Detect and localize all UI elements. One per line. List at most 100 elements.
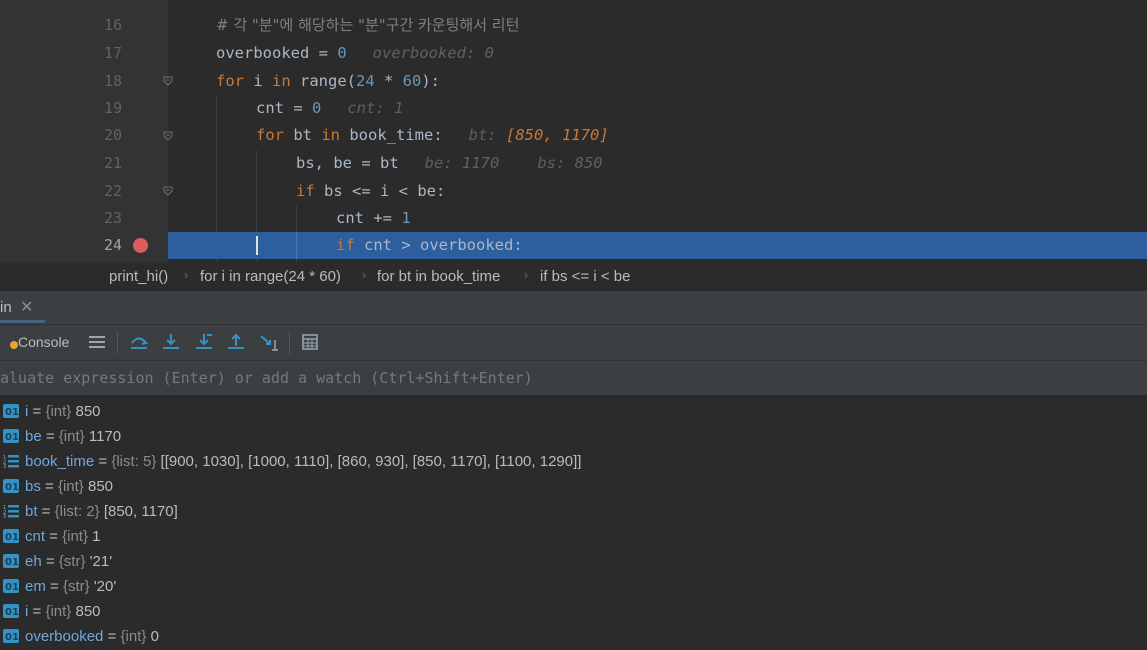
int-variable-icon: 01: [3, 404, 19, 418]
step-into-icon[interactable]: [161, 332, 181, 352]
number-literal: 60: [402, 72, 422, 90]
close-icon[interactable]: ✕: [20, 297, 33, 317]
inline-debug-hint: overbooked: 0: [372, 44, 494, 62]
variable-text: cnt = {int} 1: [25, 528, 101, 545]
code-line-24: if cnt > overbooked:: [336, 232, 523, 259]
variables-panel: 01 i = {int} 850 01 be = {int} 1170 123 …: [0, 396, 1147, 647]
breadcrumb-item[interactable]: print_hi(): [109, 268, 168, 285]
variable-name: overbooked: [25, 628, 104, 645]
code-text: book_time:: [340, 126, 443, 144]
fold-icon[interactable]: [163, 131, 173, 141]
code-text: i: [244, 72, 272, 90]
variable-type: {int}: [62, 528, 88, 545]
variable-value: 0: [150, 628, 159, 645]
variable-text: i = {int} 850: [25, 403, 101, 420]
list-variable-icon: 123: [3, 455, 19, 468]
str-variable-icon: 01: [3, 579, 19, 593]
debugger-toolbar: Console: [0, 325, 1147, 361]
tool-window-strip: [0, 0, 96, 262]
code-text: range(: [290, 72, 356, 90]
variable-value: 850: [75, 403, 101, 420]
run-to-cursor-icon[interactable]: [259, 332, 279, 352]
code-line-18: for i in range(24 * 60):: [216, 68, 440, 95]
breakpoint-icon[interactable]: [133, 238, 148, 253]
code-text: bs <= i < be:: [314, 182, 446, 200]
variable-type: {str}: [62, 578, 90, 595]
code-comment: # 각 "분"에 해당하는 "분"구간 카운팅해서 리턴: [216, 16, 520, 34]
svg-text:01: 01: [5, 557, 19, 568]
evaluate-input[interactable]: aluate expression (Enter) or add a watch…: [0, 369, 533, 387]
variable-value: 850: [75, 603, 101, 620]
variable-type: {int}: [45, 403, 72, 420]
variable-name: em: [25, 578, 46, 595]
variable-value: [850, 1170]: [103, 503, 178, 520]
console-tab[interactable]: Console: [18, 334, 69, 350]
number-literal: 24: [356, 72, 375, 90]
evaluate-expression-bar[interactable]: aluate expression (Enter) or add a watch…: [0, 361, 1147, 396]
fold-icon[interactable]: [163, 76, 173, 86]
breadcrumb-item[interactable]: if bs <= i < be: [540, 268, 630, 285]
code-line-20: for bt in book_time: bt: [850, 1170]: [256, 122, 609, 149]
code-text: bt: [284, 126, 322, 144]
number-literal: 0: [312, 99, 322, 117]
variable-type: {int}: [57, 478, 84, 495]
debug-tab-title[interactable]: in: [0, 299, 12, 316]
step-over-icon[interactable]: [129, 332, 149, 352]
variable-name: eh: [25, 553, 42, 570]
line-number: 18: [103, 72, 122, 90]
variable-value: '21': [89, 553, 113, 570]
svg-text:01: 01: [5, 582, 19, 593]
variable-type: {int}: [45, 603, 72, 620]
code-line-19: cnt = 0 cnt: 1: [256, 95, 403, 122]
debug-tab-bar: in ✕: [0, 291, 1147, 325]
int-variable-icon: 01: [3, 629, 19, 643]
variable-value: 1: [92, 528, 101, 545]
keyword: if: [296, 182, 315, 200]
svg-text:01: 01: [5, 482, 19, 493]
int-variable-icon: 01: [3, 604, 19, 618]
text-caret: [256, 236, 258, 255]
chevron-right-icon: ›: [362, 268, 366, 282]
evaluate-expression-icon[interactable]: [300, 332, 320, 352]
code-line-17: overbooked = 0 overbooked: 0: [216, 40, 494, 67]
variable-type: {list: 5}: [111, 453, 157, 470]
code-line-22: if bs <= i < be:: [296, 178, 445, 205]
svg-text:01: 01: [5, 432, 19, 443]
code-text: cnt > overbooked:: [354, 236, 523, 254]
list-variable-icon: 123: [3, 505, 19, 518]
code-text: cnt +=: [336, 209, 402, 227]
breadcrumb-item[interactable]: for i in range(24 * 60): [200, 268, 341, 285]
variable-value: 850: [88, 478, 114, 495]
svg-text:01: 01: [5, 632, 19, 643]
line-number: 23: [103, 209, 122, 227]
variable-name: bt: [25, 503, 38, 520]
number-literal: 1: [401, 209, 411, 227]
svg-text:01: 01: [5, 532, 19, 543]
variable-type: {int}: [58, 428, 85, 445]
step-out-icon[interactable]: [226, 332, 246, 352]
line-number: 20: [103, 126, 122, 144]
line-number: 16: [103, 16, 122, 34]
code-line-21: bs, be = bt be: 1170 bs: 850: [296, 150, 603, 177]
line-number: 24: [103, 236, 122, 254]
console-icon: [10, 341, 18, 349]
variable-text: eh = {str} '21': [25, 553, 113, 570]
menu-icon[interactable]: [87, 332, 107, 352]
variable-value: [[900, 1030], [1000, 1110], [860, 930], …: [160, 453, 582, 470]
indent-guide: [296, 232, 297, 259]
svg-text:3: 3: [3, 464, 6, 468]
inline-debug-hint: bt:: [468, 126, 497, 144]
int-variable-icon: 01: [3, 429, 19, 443]
breadcrumb-item[interactable]: for bt in book_time: [377, 268, 500, 285]
int-variable-icon: 01: [3, 529, 19, 543]
str-variable-icon: 01: [3, 554, 19, 568]
int-variable-icon: 01: [3, 479, 19, 493]
code-text: ):: [421, 72, 441, 90]
step-into-my-code-icon[interactable]: [194, 332, 214, 352]
fold-icon[interactable]: [163, 186, 173, 196]
code-text: cnt =: [256, 99, 312, 117]
variable-value: '20': [93, 578, 117, 595]
variable-name: cnt: [25, 528, 46, 545]
variable-type: {int}: [120, 628, 147, 645]
svg-text:01: 01: [5, 607, 19, 618]
